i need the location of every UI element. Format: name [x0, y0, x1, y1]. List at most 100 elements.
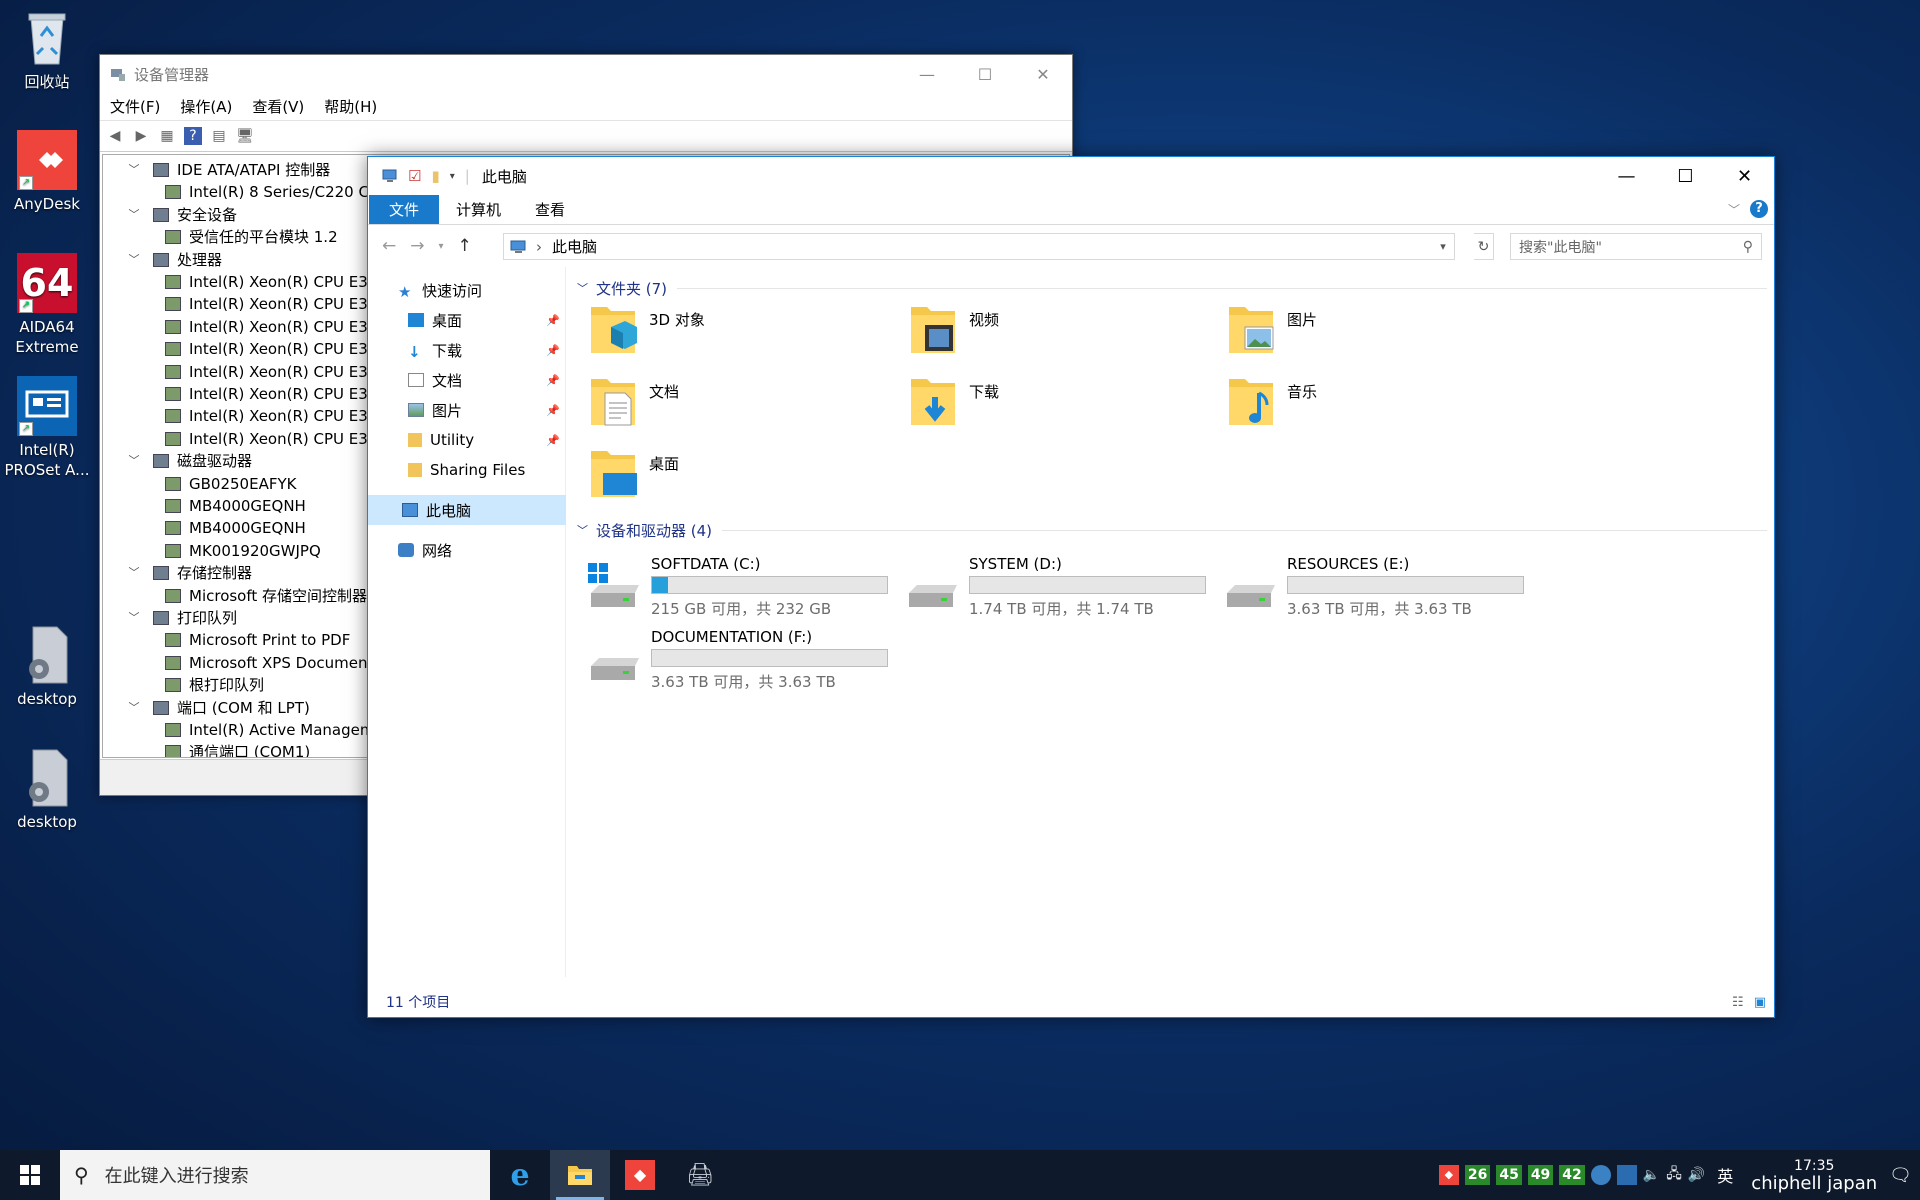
drive-e[interactable]: RESOURCES (E:) 3.63 TB 可用，共 3.63 TB	[1223, 553, 1543, 619]
tree-device[interactable]: Intel(R) 8 Series/C220 C	[165, 181, 369, 203]
nav-this-pc[interactable]: 此电脑	[368, 495, 566, 525]
folder-downloads[interactable]: 下载	[907, 373, 1207, 435]
folder-music[interactable]: 音乐	[1225, 373, 1525, 435]
file-explorer-window[interactable]: ☑ ▮ ▾ | 此电脑 — ☐ ✕ 文件 计算机 查看 ﹀ ? ← → ▾ ↑ …	[367, 156, 1775, 1018]
tree-category[interactable]: ﹀ 端口 (COM 和 LPT)	[127, 697, 310, 719]
start-button[interactable]	[0, 1150, 60, 1200]
up-arrow-icon[interactable]: ↑	[458, 236, 472, 256]
tree-device[interactable]: Intel(R) Xeon(R) CPU E3	[165, 361, 368, 383]
nav-network[interactable]: 网络	[368, 535, 566, 565]
desktop-icon-anydesk[interactable]: ↗ AnyDesk	[2, 130, 92, 214]
folders-group-header[interactable]: ﹀ 文件夹 (7)	[577, 277, 1767, 299]
taskbar-internet-explorer[interactable]: e	[490, 1150, 550, 1200]
intel-proset-tray-icon[interactable]	[1616, 1165, 1637, 1185]
drive-d[interactable]: SYSTEM (D:) 1.74 TB 可用，共 1.74 TB	[905, 553, 1225, 619]
tree-device[interactable]: MB4000GEQNH	[165, 495, 306, 517]
taskbar-search-input[interactable]: ⚲ 在此键入进行搜索	[60, 1150, 490, 1200]
tray-monitor-badge-3[interactable]: 49	[1527, 1165, 1554, 1185]
tree-device[interactable]: Intel(R) Xeon(R) CPU E3	[165, 271, 368, 293]
expand-chevron-icon[interactable]: ﹀	[127, 697, 141, 719]
details-view-icon[interactable]: ☷	[1732, 995, 1744, 1010]
tree-category[interactable]: ﹀ 打印队列	[127, 607, 238, 629]
tray-monitor-badge-2[interactable]: 45	[1496, 1165, 1522, 1185]
tree-category[interactable]: ﹀ 磁盘驱动器	[127, 450, 253, 472]
collapse-chevron-icon[interactable]: ﹀	[577, 280, 588, 296]
drives-group-header[interactable]: ﹀ 设备和驱动器 (4)	[577, 519, 1767, 541]
drive-c[interactable]: SOFTDATA (C:) 215 GB 可用，共 232 GB	[587, 553, 907, 619]
folder-pictures[interactable]: 图片	[1225, 301, 1525, 363]
pin-icon[interactable]: 📌	[546, 434, 560, 447]
desktop-icon-intel-proset[interactable]: ↗ Intel(R) PROSet A...	[2, 376, 92, 480]
search-input[interactable]: 搜索"此电脑" ⚲	[1510, 233, 1762, 260]
volume-icon[interactable]: 🔊	[1688, 1167, 1705, 1183]
nav-quick-access[interactable]: ★ 快速访问	[368, 275, 566, 305]
input-method-indicator[interactable]: 英	[1717, 1163, 1733, 1187]
nav-item-pictures[interactable]: 图片 📌	[368, 395, 566, 425]
tree-category[interactable]: ﹀ IDE ATA/ATAPI 控制器	[127, 159, 331, 181]
help-icon[interactable]: ?	[1750, 200, 1768, 218]
tree-device[interactable]: Intel(R) Xeon(R) CPU E3	[165, 405, 368, 427]
tray-monitor-badge-4[interactable]: 42	[1559, 1165, 1585, 1185]
properties-icon[interactable]: ▦	[158, 127, 176, 145]
minimize-button[interactable]: —	[1597, 157, 1656, 195]
back-arrow-icon[interactable]: ←	[382, 236, 396, 256]
tree-device[interactable]: 通信端口 (COM1)	[165, 741, 310, 757]
taskbar-file-explorer[interactable]	[550, 1150, 610, 1200]
forward-arrow-icon[interactable]: →	[410, 236, 424, 256]
tab-computer[interactable]: 计算机	[439, 195, 518, 224]
folder-3d-objects[interactable]: 3D 对象	[587, 301, 887, 363]
breadcrumb-separator-icon[interactable]: ›	[536, 238, 542, 256]
taskbar-device-manager[interactable]: 🖨	[670, 1150, 730, 1200]
close-button[interactable]: ✕	[1014, 55, 1072, 93]
nav-item-documents[interactable]: 文档 📌	[368, 365, 566, 395]
new-folder-quick-icon[interactable]: ▮	[431, 167, 439, 185]
tree-device[interactable]: Intel(R) Active Managem	[165, 719, 374, 741]
tree-device[interactable]: Intel(R) Xeon(R) CPU E3	[165, 428, 368, 450]
tree-device[interactable]: MK001920GWJPQ	[165, 540, 321, 562]
back-arrow-icon[interactable]: ◀	[106, 127, 124, 145]
tray-monitor-badge-1[interactable]: 26	[1464, 1165, 1491, 1185]
help-icon[interactable]: ?	[184, 127, 202, 145]
tree-category[interactable]: ﹀ 安全设备	[127, 204, 238, 226]
tree-device[interactable]: 受信任的平台模块 1.2	[165, 226, 338, 248]
properties-quick-icon[interactable]: ☑	[408, 167, 421, 185]
address-bar[interactable]: › 此电脑 ▾	[503, 233, 1455, 260]
network-adapter-tray-icon[interactable]	[1590, 1165, 1611, 1185]
large-icons-view-icon[interactable]: ▣	[1754, 995, 1766, 1010]
tree-device[interactable]: Microsoft XPS Documen	[165, 652, 367, 674]
nav-item-downloads[interactable]: ↓ 下载 📌	[368, 335, 566, 365]
navigation-pane[interactable]: ★ 快速访问 桌面 📌 ↓ 下载 📌 文档 📌 图片 📌 Utility 📌 S…	[368, 267, 566, 977]
collapse-chevron-icon[interactable]: ﹀	[577, 522, 588, 538]
network-icon[interactable]: 🖧	[1666, 1163, 1682, 1187]
tree-device[interactable]: 根打印队列	[165, 674, 264, 696]
maximize-button[interactable]: ☐	[1656, 157, 1715, 195]
details-icon[interactable]: ▤	[210, 127, 228, 145]
minimize-button[interactable]: —	[898, 55, 956, 93]
explorer-title-bar[interactable]: ☑ ▮ ▾ | 此电脑	[368, 157, 1774, 195]
folder-desktop[interactable]: 桌面	[587, 445, 887, 507]
desktop-icon-desktop-1[interactable]: desktop	[2, 625, 92, 709]
tab-file[interactable]: 文件	[369, 195, 440, 224]
tree-device[interactable]: Intel(R) Xeon(R) CPU E3	[165, 338, 368, 360]
maximize-button[interactable]: ☐	[956, 55, 1014, 93]
recent-locations-chevron-icon[interactable]: ▾	[439, 241, 444, 252]
customize-quick-access-chevron-icon[interactable]: ▾	[450, 171, 455, 182]
pin-icon[interactable]: 📌	[546, 344, 560, 357]
expand-chevron-icon[interactable]: ﹀	[127, 204, 141, 226]
expand-chevron-icon[interactable]: ﹀	[127, 249, 141, 271]
menu-action[interactable]: 操作(A)	[180, 96, 232, 117]
notification-center-icon[interactable]: 🗨	[1889, 1165, 1912, 1186]
forward-arrow-icon[interactable]: ▶	[132, 127, 150, 145]
tree-device[interactable]: Intel(R) Xeon(R) CPU E3	[165, 316, 368, 338]
drive-f[interactable]: DOCUMENTATION (F:) 3.63 TB 可用，共 3.63 TB	[587, 626, 907, 692]
scan-hardware-icon[interactable]: 🖥	[236, 127, 254, 145]
tree-device[interactable]: Microsoft Print to PDF	[165, 629, 350, 651]
desktop-icon-aida64[interactable]: 64 ↗ AIDA64 Extreme	[2, 253, 92, 357]
tree-category[interactable]: ﹀ 存储控制器	[127, 562, 253, 584]
nav-item-sharing-files[interactable]: Sharing Files	[368, 455, 566, 485]
expand-chevron-icon[interactable]: ﹀	[127, 159, 141, 181]
tree-category[interactable]: ﹀ 处理器	[127, 249, 223, 271]
nav-item-utility[interactable]: Utility 📌	[368, 425, 566, 455]
content-pane[interactable]: ﹀ 文件夹 (7) 3D 对象 视频 图片 文档 下载 音乐 桌面 ﹀ 设备和驱…	[567, 267, 1774, 977]
pin-icon[interactable]: 📌	[546, 374, 560, 387]
